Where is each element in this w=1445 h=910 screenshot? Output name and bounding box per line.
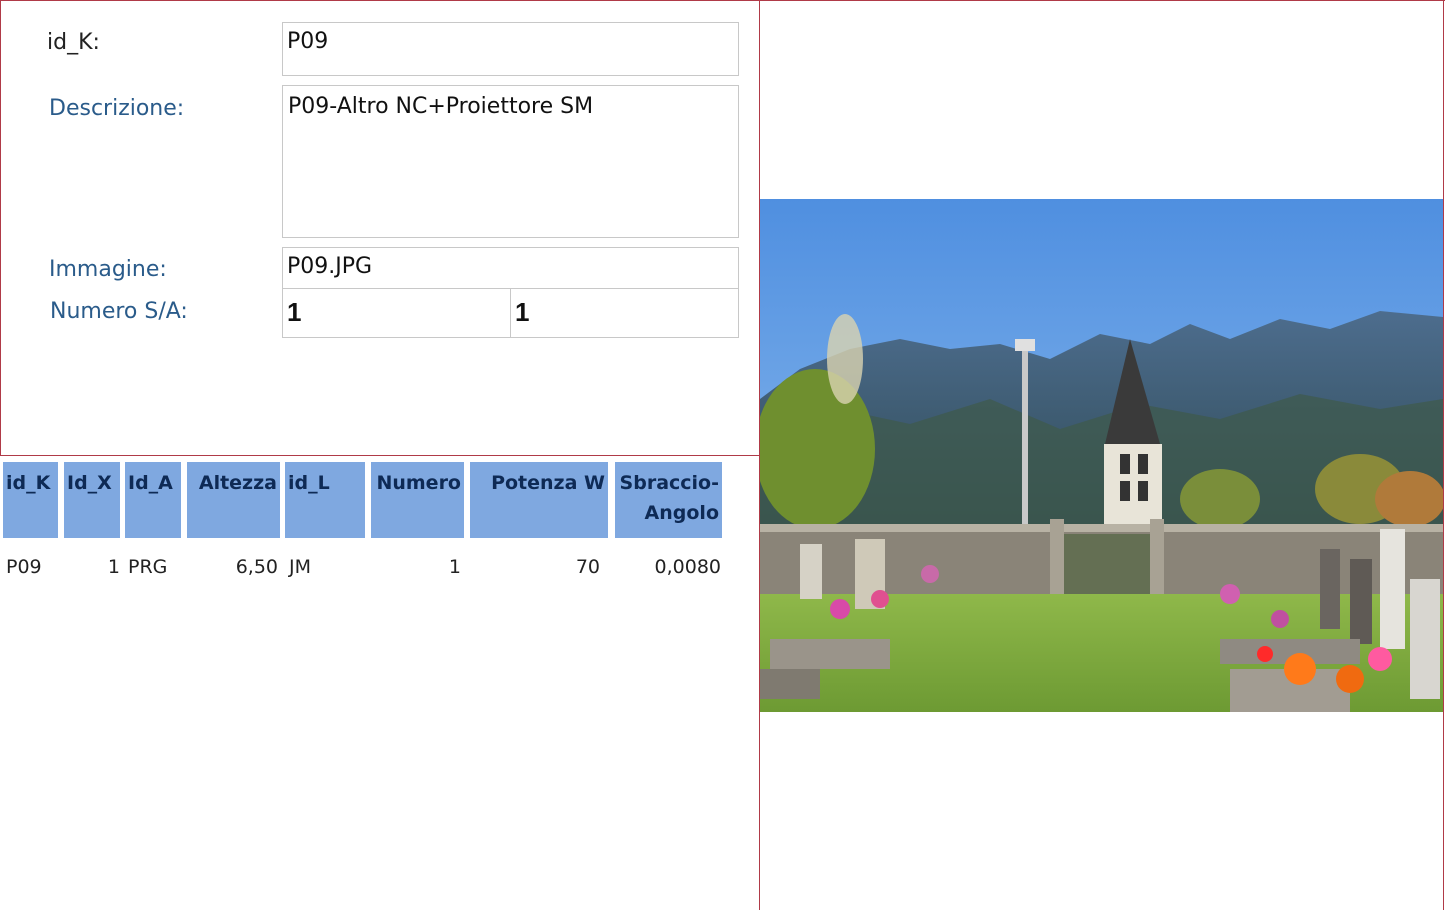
header-id-k: id_K [3,462,58,538]
descrizione-field[interactable]: P09-Altro NC+Proiettore SM [282,85,739,238]
cell-id-x: 1 [107,556,120,578]
cell-id-l: JM [289,556,311,578]
header-id-x: Id_X [64,462,120,538]
header-sbraccio-line1: Sbraccio- [619,472,719,494]
cell-id-a: PRG [128,556,168,578]
header-sbraccio-angolo: Sbraccio- Angolo [615,462,722,538]
photo-church-cemetery-icon [760,199,1443,712]
cell-sbraccio-angolo: 0,0080 [654,556,721,578]
border-top [0,0,1445,1]
border-divider-horizontal [0,455,760,456]
immagine-label: Immagine: [49,257,167,282]
header-id-l: id_L [285,462,365,538]
cell-altezza: 6,50 [235,556,278,578]
immagine-field[interactable]: P09.JPG [282,247,739,289]
border-left [0,0,1,455]
header-sbraccio-line2: Angolo [644,502,719,524]
header-id-a: Id_A [125,462,181,538]
header-numero: Numero [371,462,464,538]
id-k-field[interactable]: P09 [282,22,739,76]
descrizione-label: Descrizione: [49,96,185,121]
header-altezza: Altezza [187,462,280,538]
numero-sa-label: Numero S/A: [50,299,188,324]
cell-numero: 1 [448,556,461,578]
id-k-label: id_K: [47,30,100,55]
cell-id-k: P09 [6,556,42,578]
header-potenza-w: Potenza W [470,462,608,538]
border-right [1443,0,1444,910]
cell-potenza-w: 70 [575,556,600,578]
numero-s-field[interactable]: 1 [282,288,511,338]
numero-a-field[interactable]: 1 [510,288,739,338]
